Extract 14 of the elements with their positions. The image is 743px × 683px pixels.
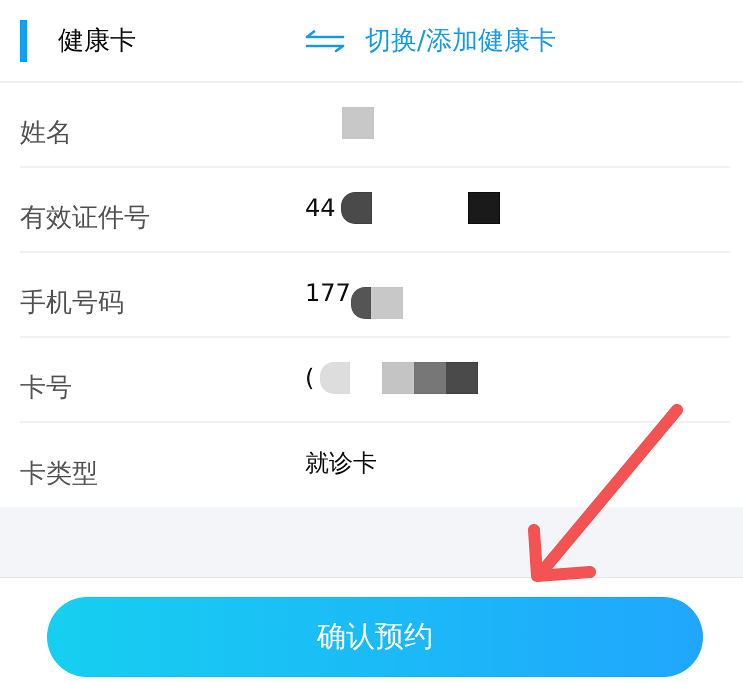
field-value: 44 [305, 194, 336, 222]
confirm-button[interactable]: 确认预约 [47, 597, 703, 677]
swap-arrows-icon [305, 30, 345, 52]
field-value: ( [305, 364, 314, 392]
section-title: 健康卡 [58, 25, 136, 58]
field-value: 就诊卡 [305, 448, 377, 479]
field-label: 有效证件号 [20, 202, 151, 235]
field-value: 177 [305, 278, 351, 306]
switch-card-link[interactable]: 切换/添加健康卡 [305, 23, 556, 58]
field-label: 卡类型 [20, 458, 99, 490]
field-label: 姓名 [20, 117, 73, 150]
accent-bar [20, 20, 27, 62]
field-label: 手机号码 [20, 287, 125, 320]
field-label: 卡号 [20, 372, 73, 405]
